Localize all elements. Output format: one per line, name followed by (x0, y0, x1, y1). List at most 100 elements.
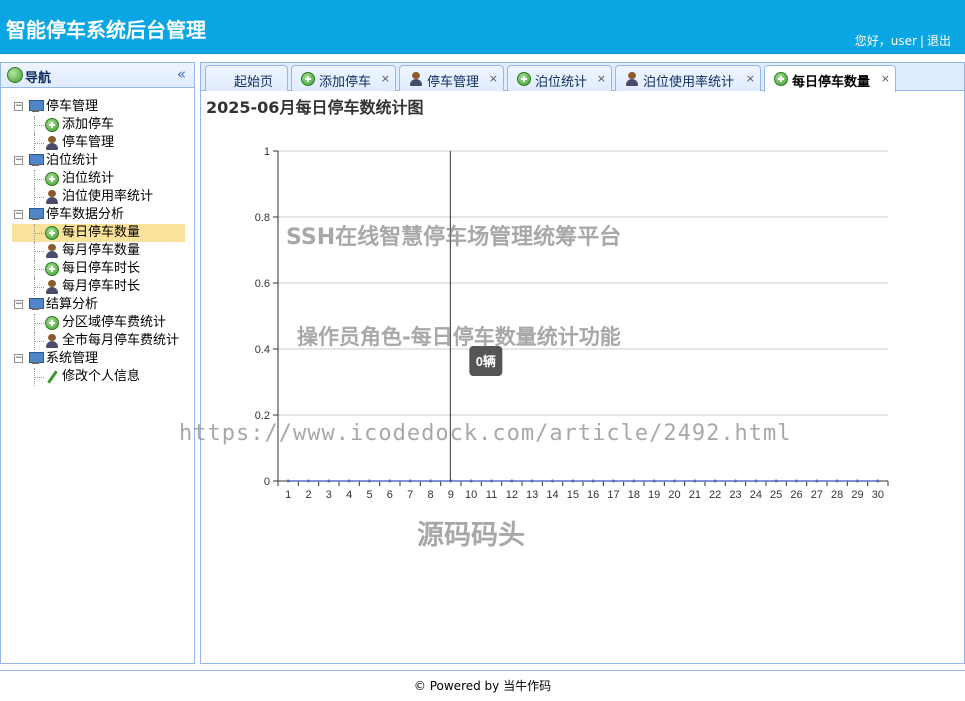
close-icon[interactable]: × (381, 72, 390, 85)
tab-label: 泊位使用率统计 (643, 75, 735, 90)
tree-group[interactable]: − 系统管理 (1, 350, 194, 368)
tree-item-label: 每日停车时长 (62, 261, 141, 276)
data-point (286, 479, 290, 483)
close-icon[interactable]: × (881, 72, 890, 85)
x-tick-label: 16 (587, 489, 599, 501)
add-icon (45, 226, 59, 240)
data-point (510, 479, 514, 483)
x-tick-label: 20 (668, 489, 680, 501)
add-icon (45, 316, 59, 330)
user-icon (45, 280, 59, 294)
collapse-toggle-icon[interactable]: − (14, 354, 23, 363)
tree-group-label: 系统管理 (46, 351, 99, 366)
data-point (591, 479, 595, 483)
tree-item[interactable]: 停车管理 (1, 134, 194, 152)
nav-title: 导航 (25, 71, 52, 86)
data-point (429, 479, 432, 483)
x-tick-label: 14 (546, 489, 558, 501)
x-tick-label: 8 (427, 489, 433, 501)
chart-title: 2025-06月每日停车数统计图 (206, 98, 424, 117)
x-tick-label: 24 (750, 489, 762, 501)
x-tick-label: 17 (607, 489, 619, 501)
tree-group[interactable]: − 停车数据分析 (1, 206, 194, 224)
x-tick-label: 25 (770, 489, 782, 501)
tree-group[interactable]: − 泊位统计 (1, 152, 194, 170)
data-point (693, 479, 697, 483)
user-icon (45, 136, 59, 150)
tree-item[interactable]: 每日停车数量 (1, 224, 194, 242)
tree-item-label: 泊位使用率统计 (62, 189, 154, 204)
data-point (388, 479, 392, 483)
add-icon (45, 118, 59, 132)
tab[interactable]: 起始页 (205, 65, 288, 91)
data-point (815, 479, 819, 483)
x-tick-label: 22 (709, 489, 721, 501)
tab[interactable]: 泊位统计 × (507, 65, 612, 91)
tree-item[interactable]: 泊位使用率统计 (1, 188, 194, 206)
separator: | (919, 34, 924, 48)
data-point (469, 479, 473, 483)
y-tick-label: 0.8 (255, 212, 270, 224)
data-point (652, 479, 656, 483)
tab[interactable]: 泊位使用率统计 × (615, 65, 761, 91)
data-point (368, 479, 371, 483)
add-icon (301, 72, 315, 86)
tree-group[interactable]: − 结算分析 (1, 296, 194, 314)
tab[interactable]: 添加停车 × (291, 65, 396, 91)
x-tick-label: 6 (387, 489, 393, 501)
tree-item[interactable]: 每月停车时长 (1, 278, 194, 296)
logout-link[interactable]: 退出 (927, 34, 951, 48)
x-tick-label: 12 (506, 489, 518, 501)
tree-item-label: 全市每月停车费统计 (62, 333, 180, 348)
daily-parking-chart: 00.20.40.60.811 2 3 4 5 6 7 8 9 10 11 12 13 14 15 16 17 1… (255, 146, 889, 501)
tab-label: 每日停车数量 (792, 75, 871, 90)
data-point (632, 479, 636, 483)
tree-item[interactable]: 分区域停车费统计 (1, 314, 194, 332)
close-icon[interactable]: × (597, 72, 606, 85)
tree-item[interactable]: 泊位统计 (1, 170, 194, 188)
collapse-toggle-icon[interactable]: − (14, 210, 23, 219)
x-tick-label: 18 (628, 489, 640, 501)
collapse-toggle-icon[interactable]: − (14, 156, 23, 165)
globe-icon (7, 67, 23, 83)
data-point (347, 479, 351, 483)
tree-group[interactable]: − 停车管理 (1, 98, 194, 116)
x-tick-label: 29 (851, 489, 863, 501)
user-icon (409, 72, 423, 86)
tree-item[interactable]: 修改个人信息 (1, 368, 194, 386)
watermark-platform: SSH在线智慧停车场管理统筹平台 (286, 225, 622, 250)
data-point (774, 479, 778, 483)
tree-item-label: 分区域停车费统计 (62, 315, 167, 330)
tree-item-label: 修改个人信息 (62, 369, 141, 384)
collapse-toggle-icon[interactable]: − (14, 102, 23, 111)
x-tick-label: 26 (790, 489, 802, 501)
tree-item[interactable]: 每日停车时长 (1, 260, 194, 278)
add-icon (45, 172, 59, 186)
watermark-brand: 源码码头 (417, 520, 525, 551)
data-point (530, 479, 534, 483)
app-title: 智能停车系统后台管理 (6, 18, 206, 42)
x-tick-label: 19 (648, 489, 660, 501)
x-tick-label: 15 (567, 489, 579, 501)
computer-icon (28, 352, 44, 365)
watermark-feature: 操作员角色-每日停车数量统计功能 (297, 325, 621, 349)
tree-item-label: 每月停车数量 (62, 243, 141, 258)
tree-item-label: 添加停车 (62, 117, 115, 132)
collapse-icon[interactable]: « (177, 65, 186, 83)
y-tick-label: 1 (264, 146, 270, 158)
tab[interactable]: 每日停车数量 × (764, 65, 896, 92)
collapse-toggle-icon[interactable]: − (14, 300, 23, 309)
tab-label: 停车管理 (427, 75, 480, 90)
tree-item[interactable]: 添加停车 (1, 116, 194, 134)
data-point (490, 479, 493, 483)
x-tick-label: 21 (689, 489, 701, 501)
x-tick-label: 1 (285, 489, 291, 501)
tab-label: 添加停车 (319, 75, 372, 90)
tab[interactable]: 停车管理 × (399, 65, 504, 91)
close-icon[interactable]: × (746, 72, 755, 85)
data-point (713, 479, 717, 483)
tree-item[interactable]: 全市每月停车费统计 (1, 332, 194, 350)
tree-item[interactable]: 每月停车数量 (1, 242, 194, 260)
close-icon[interactable]: × (489, 72, 498, 85)
data-point (734, 479, 737, 483)
